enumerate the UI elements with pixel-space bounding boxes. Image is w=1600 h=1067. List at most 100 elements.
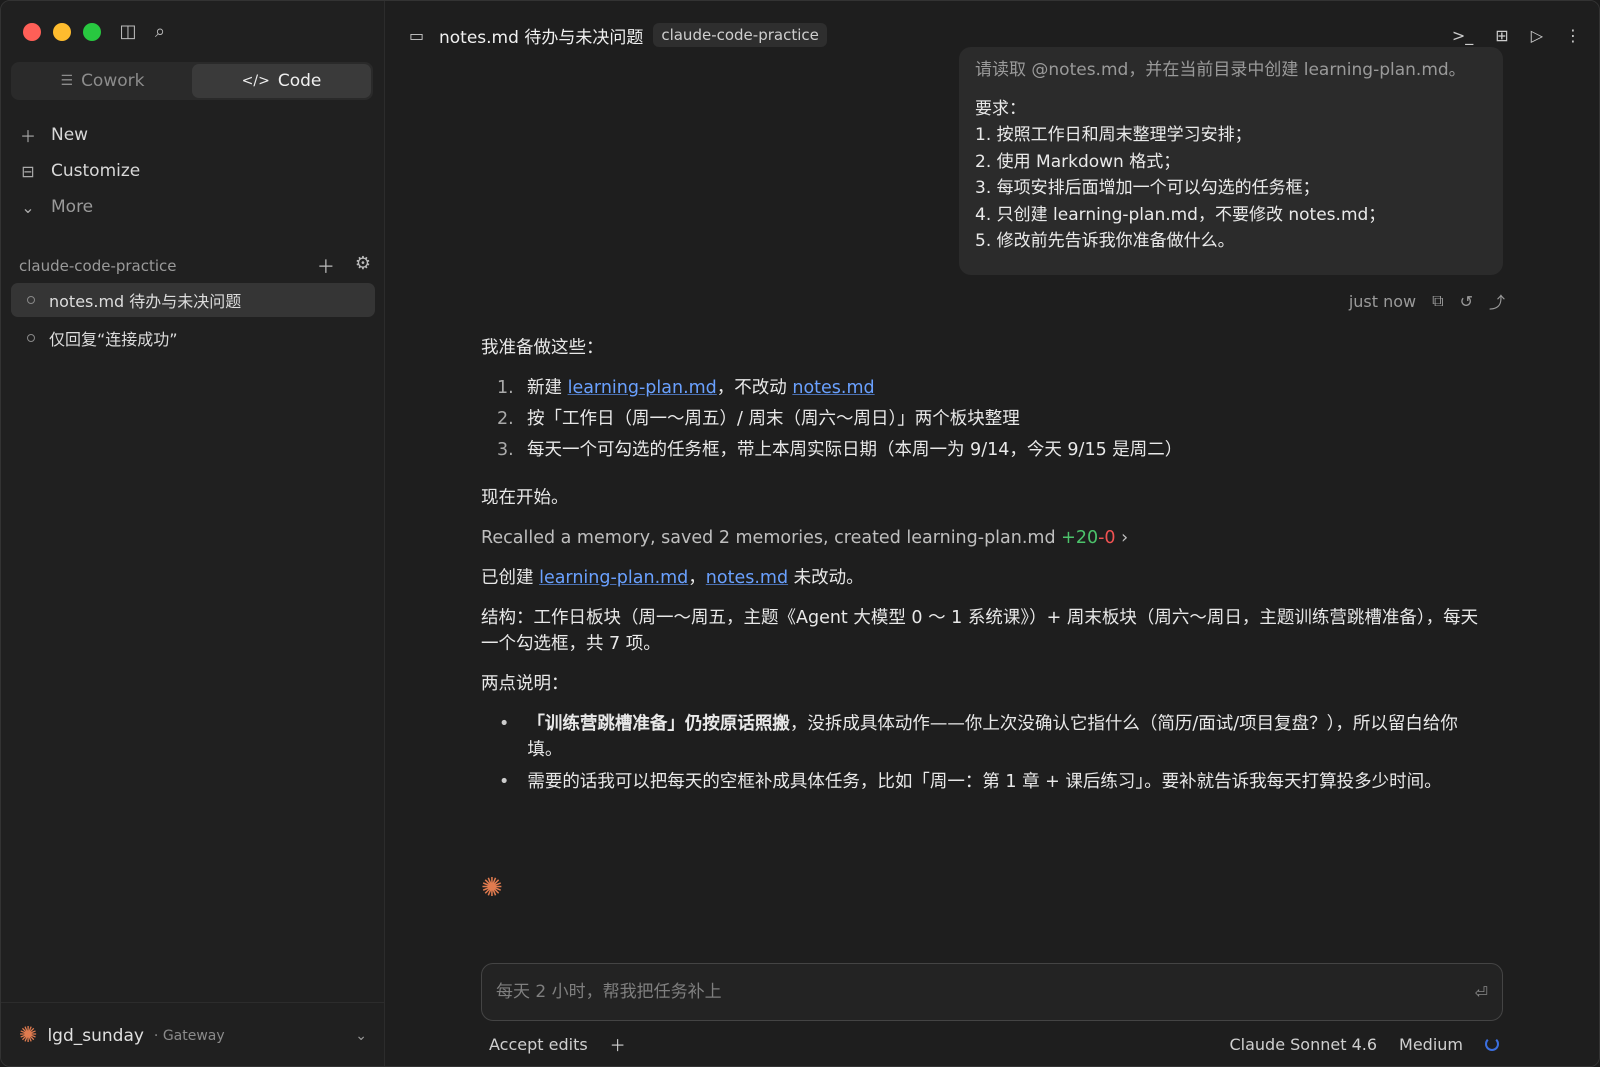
add-icon[interactable]: ＋ [610, 1032, 626, 1056]
created-text: 已创建 [481, 568, 540, 588]
claude-spark-icon: ✺ [481, 873, 503, 903]
customize-button[interactable]: ⊟ Customize [19, 153, 140, 189]
session-item[interactable]: 仅回复“连接成功” [11, 321, 375, 355]
diff-icon[interactable]: ⊞ [1495, 26, 1508, 45]
play-icon[interactable]: ▷ [1531, 26, 1543, 45]
model-selector[interactable]: Claude Sonnet 4.6 [1229, 1035, 1377, 1054]
effort-selector[interactable]: Medium [1399, 1035, 1463, 1054]
session-item[interactable]: notes.md 待办与未决问题 [11, 283, 375, 317]
list-item: 2. 按「工作日（周一～周五）/ 周末（周六～周日）」两个板块整理 [481, 406, 1491, 432]
message-meta: just now ⧉ ↺ ⤴ [1325, 289, 1505, 313]
project-header: claude-code-practice ＋ ⚙ [19, 253, 371, 279]
mode-code-button[interactable]: </> Code [192, 64, 371, 98]
code-icon: </> [241, 73, 270, 89]
composer-footer: Accept edits ＋ Claude Sonnet 4.6 Medium [489, 1031, 1499, 1057]
chevron-down-icon: ⌄ [355, 1027, 367, 1044]
more-options-icon[interactable]: ⋮ [1565, 26, 1581, 45]
lines-removed: -0 [1098, 528, 1116, 548]
window-controls [23, 23, 101, 41]
prompt-input[interactable] [496, 982, 1475, 1002]
assistant-reply: 我准备做这些： 1. 新建 learning-plan.md，不改动 notes… [481, 335, 1491, 801]
more-button[interactable]: ⌄ More [19, 189, 140, 225]
composer: ⏎ [481, 963, 1503, 1021]
bold-text: 「训练营跳槽准备」仍按原话照搬 [527, 714, 790, 734]
mode-cowork-button[interactable]: ☰ Cowork [13, 64, 192, 98]
plus-icon: ＋ [19, 127, 36, 146]
list-item: 3. 每天一个可勾选的任务框，带上本周实际日期（本周一为 9/14，今天 9/1… [481, 437, 1491, 463]
file-link[interactable]: notes.md [706, 568, 788, 588]
list-number: 2. [497, 409, 514, 429]
retry-icon[interactable]: ↺ [1460, 292, 1473, 311]
share-icon[interactable]: ⤴ [1489, 289, 1505, 313]
tool-summary[interactable]: Recalled a memory, saved 2 memories, cre… [481, 525, 1491, 551]
list-number: 1. [497, 378, 514, 398]
file-link[interactable]: learning-plan.md [568, 378, 717, 398]
user-message: 请读取 @notes.md，并在当前目录中创建 learning-plan.md… [959, 47, 1503, 275]
nav-label: New [51, 125, 89, 145]
list-item: 1. 新建 learning-plan.md，不改动 notes.md [481, 375, 1491, 401]
message-line: 3. 每项安排后面增加一个可以勾选的任务框； [975, 178, 1320, 198]
session-label: 仅回复“连接成功” [49, 330, 178, 349]
user-gateway: · Gateway [153, 1027, 225, 1044]
note-text: 需要的话我可以把每天的空框补成具体任务，比如「周一：第 1 章 + 课后练习」。… [527, 772, 1442, 792]
list-item: • 需要的话我可以把每天的空框补成具体任务，比如「周一：第 1 章 + 课后练习… [481, 769, 1491, 795]
reply-start: 现在开始。 [481, 488, 569, 508]
message-truncated-line: 请读取 @notes.md，并在当前目录中创建 learning-plan.md… [975, 60, 1466, 80]
bullet-icon: • [499, 772, 510, 792]
session-status-icon [27, 296, 35, 304]
mode-switch: ☰ Cowork </> Code [11, 62, 373, 100]
zoom-window-button[interactable] [83, 23, 101, 41]
message-time: just now [1348, 291, 1417, 311]
sidebar-nav: ＋ New ⊟ Customize ⌄ More [19, 117, 140, 225]
minimize-window-button[interactable] [53, 23, 71, 41]
close-window-button[interactable] [23, 23, 41, 41]
user-menu[interactable]: ✺ lgd_sunday · Gateway ⌄ [1, 1002, 385, 1066]
notes-list: • 「训练营跳槽准备」仍按原话照搬，没拆成具体动作——你上次没确认它指什么（简历… [481, 711, 1491, 795]
message-line: 4. 只创建 learning-plan.md，不要修改 notes.md； [975, 204, 1386, 225]
add-session-icon[interactable]: ＋ [317, 253, 335, 279]
search-icon[interactable]: ⌕ [149, 21, 171, 43]
accept-edits-toggle[interactable]: Accept edits [489, 1035, 588, 1054]
copy-icon[interactable]: ⧉ [1432, 291, 1443, 311]
message-line: 要求： [975, 98, 1026, 119]
loading-spinner-icon [1485, 1037, 1499, 1051]
nav-label: More [51, 197, 94, 217]
reply-intro: 我准备做这些： [481, 338, 604, 358]
session-label: notes.md 待办与未决问题 [49, 292, 242, 311]
message-line: 1. 按照工作日和周末整理学习安排； [975, 125, 1252, 145]
chevron-down-icon: ⌄ [21, 197, 35, 217]
tool-summary-text: Recalled a memory, saved 2 memories, cre… [481, 528, 1056, 548]
session-title[interactable]: notes.md 待办与未决问题 [439, 23, 643, 48]
claude-spark-icon: ✺ [19, 1023, 38, 1048]
file-link[interactable]: learning-plan.md [539, 568, 688, 588]
user-name: lgd_sunday [47, 1025, 144, 1046]
plan-list: 1. 新建 learning-plan.md，不改动 notes.md 2. 按… [481, 375, 1491, 463]
notes-title: 两点说明： [481, 674, 569, 694]
message-line: 2. 使用 Markdown 格式； [975, 151, 1181, 172]
project-badge[interactable]: claude-code-practice [653, 23, 827, 47]
plan-text: 新建 [527, 378, 568, 398]
terminal-icon[interactable]: >_ [1452, 26, 1473, 45]
list-number: 3. [497, 440, 514, 460]
list-item: • 「训练营跳槽准备」仍按原话照搬，没拆成具体动作——你上次没确认它指什么（简历… [481, 711, 1491, 763]
mode-label: Code [277, 71, 322, 91]
plan-text: 按「工作日（周一～周五）/ 周末（周六～周日）」两个板块整理 [527, 409, 1020, 429]
bullet-icon: • [499, 714, 510, 734]
lines-added: +20 [1061, 528, 1099, 548]
created-text: ， [688, 568, 706, 588]
list-icon: ☰ [60, 73, 74, 89]
project-name: claude-code-practice [19, 257, 177, 275]
file-link[interactable]: notes.md [792, 378, 874, 398]
send-icon[interactable]: ⏎ [1475, 983, 1488, 1002]
chevron-right-icon: › [1121, 528, 1129, 548]
app-window: ◫ ⌕ ☰ Cowork </> Code ＋ New ⊟ Customize … [0, 0, 1600, 1067]
created-text: 未改动。 [788, 568, 864, 588]
filter-icon[interactable]: ⚙ [355, 253, 371, 279]
new-session-button[interactable]: ＋ New [19, 117, 140, 153]
plan-text: ，不改动 [716, 378, 793, 398]
structure-text: 结构：工作日板块（周一～周五，主题《Agent 大模型 0 ～ 1 系统课》）+… [481, 608, 1479, 654]
created-line: 已创建 learning-plan.md，notes.md 未改动。 [481, 565, 1491, 591]
laptop-icon: ▭ [409, 25, 425, 45]
nav-label: Customize [51, 161, 141, 181]
sidebar-toggle-icon[interactable]: ◫ [117, 21, 139, 43]
